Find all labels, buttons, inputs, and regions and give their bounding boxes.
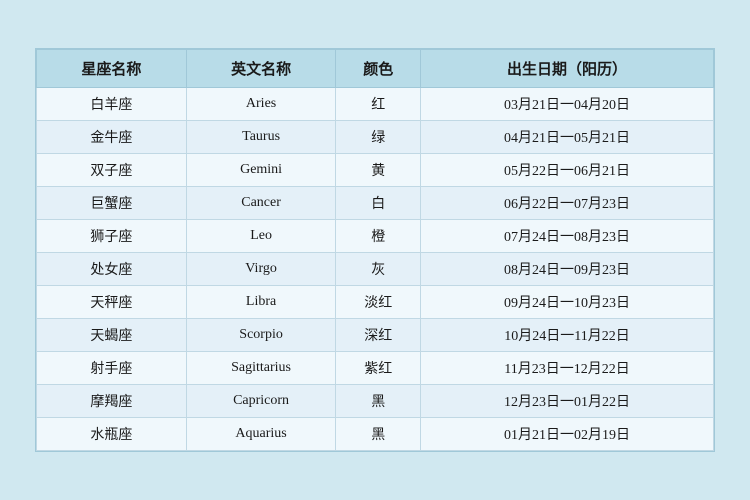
cell-color: 深红 (336, 319, 421, 352)
cell-zh-name: 狮子座 (37, 220, 187, 253)
cell-date: 09月24日一10月23日 (421, 286, 714, 319)
cell-color: 黑 (336, 418, 421, 451)
cell-en-name: Aries (186, 88, 336, 121)
cell-en-name: Taurus (186, 121, 336, 154)
cell-color: 黄 (336, 154, 421, 187)
cell-en-name: Capricorn (186, 385, 336, 418)
table-row: 金牛座Taurus绿04月21日一05月21日 (37, 121, 714, 154)
cell-color: 紫红 (336, 352, 421, 385)
cell-en-name: Libra (186, 286, 336, 319)
cell-en-name: Sagittarius (186, 352, 336, 385)
cell-zh-name: 水瓶座 (37, 418, 187, 451)
cell-zh-name: 双子座 (37, 154, 187, 187)
zodiac-table-container: 星座名称 英文名称 颜色 出生日期（阳历） 白羊座Aries红03月21日一04… (35, 48, 715, 452)
cell-color: 黑 (336, 385, 421, 418)
cell-zh-name: 处女座 (37, 253, 187, 286)
table-row: 天蝎座Scorpio深红10月24日一11月22日 (37, 319, 714, 352)
cell-en-name: Virgo (186, 253, 336, 286)
table-header-row: 星座名称 英文名称 颜色 出生日期（阳历） (37, 50, 714, 88)
table-row: 水瓶座Aquarius黑01月21日一02月19日 (37, 418, 714, 451)
table-row: 天秤座Libra淡红09月24日一10月23日 (37, 286, 714, 319)
table-row: 射手座Sagittarius紫红11月23日一12月22日 (37, 352, 714, 385)
cell-color: 淡红 (336, 286, 421, 319)
cell-zh-name: 天秤座 (37, 286, 187, 319)
table-row: 双子座Gemini黄05月22日一06月21日 (37, 154, 714, 187)
table-row: 狮子座Leo橙07月24日一08月23日 (37, 220, 714, 253)
cell-color: 灰 (336, 253, 421, 286)
cell-zh-name: 摩羯座 (37, 385, 187, 418)
cell-date: 07月24日一08月23日 (421, 220, 714, 253)
cell-zh-name: 射手座 (37, 352, 187, 385)
header-en-name: 英文名称 (186, 50, 336, 88)
table-row: 白羊座Aries红03月21日一04月20日 (37, 88, 714, 121)
header-zh-name: 星座名称 (37, 50, 187, 88)
cell-color: 白 (336, 187, 421, 220)
cell-date: 08月24日一09月23日 (421, 253, 714, 286)
cell-zh-name: 天蝎座 (37, 319, 187, 352)
cell-color: 绿 (336, 121, 421, 154)
cell-date: 11月23日一12月22日 (421, 352, 714, 385)
cell-color: 橙 (336, 220, 421, 253)
cell-date: 05月22日一06月21日 (421, 154, 714, 187)
cell-date: 06月22日一07月23日 (421, 187, 714, 220)
table-row: 摩羯座Capricorn黑12月23日一01月22日 (37, 385, 714, 418)
zodiac-table: 星座名称 英文名称 颜色 出生日期（阳历） 白羊座Aries红03月21日一04… (36, 49, 714, 451)
table-row: 巨蟹座Cancer白06月22日一07月23日 (37, 187, 714, 220)
cell-date: 12月23日一01月22日 (421, 385, 714, 418)
cell-date: 01月21日一02月19日 (421, 418, 714, 451)
cell-color: 红 (336, 88, 421, 121)
cell-en-name: Aquarius (186, 418, 336, 451)
header-date: 出生日期（阳历） (421, 50, 714, 88)
header-color: 颜色 (336, 50, 421, 88)
cell-zh-name: 白羊座 (37, 88, 187, 121)
cell-zh-name: 金牛座 (37, 121, 187, 154)
cell-date: 10月24日一11月22日 (421, 319, 714, 352)
cell-en-name: Scorpio (186, 319, 336, 352)
cell-zh-name: 巨蟹座 (37, 187, 187, 220)
table-row: 处女座Virgo灰08月24日一09月23日 (37, 253, 714, 286)
cell-date: 04月21日一05月21日 (421, 121, 714, 154)
cell-date: 03月21日一04月20日 (421, 88, 714, 121)
table-body: 白羊座Aries红03月21日一04月20日金牛座Taurus绿04月21日一0… (37, 88, 714, 451)
cell-en-name: Cancer (186, 187, 336, 220)
cell-en-name: Leo (186, 220, 336, 253)
cell-en-name: Gemini (186, 154, 336, 187)
